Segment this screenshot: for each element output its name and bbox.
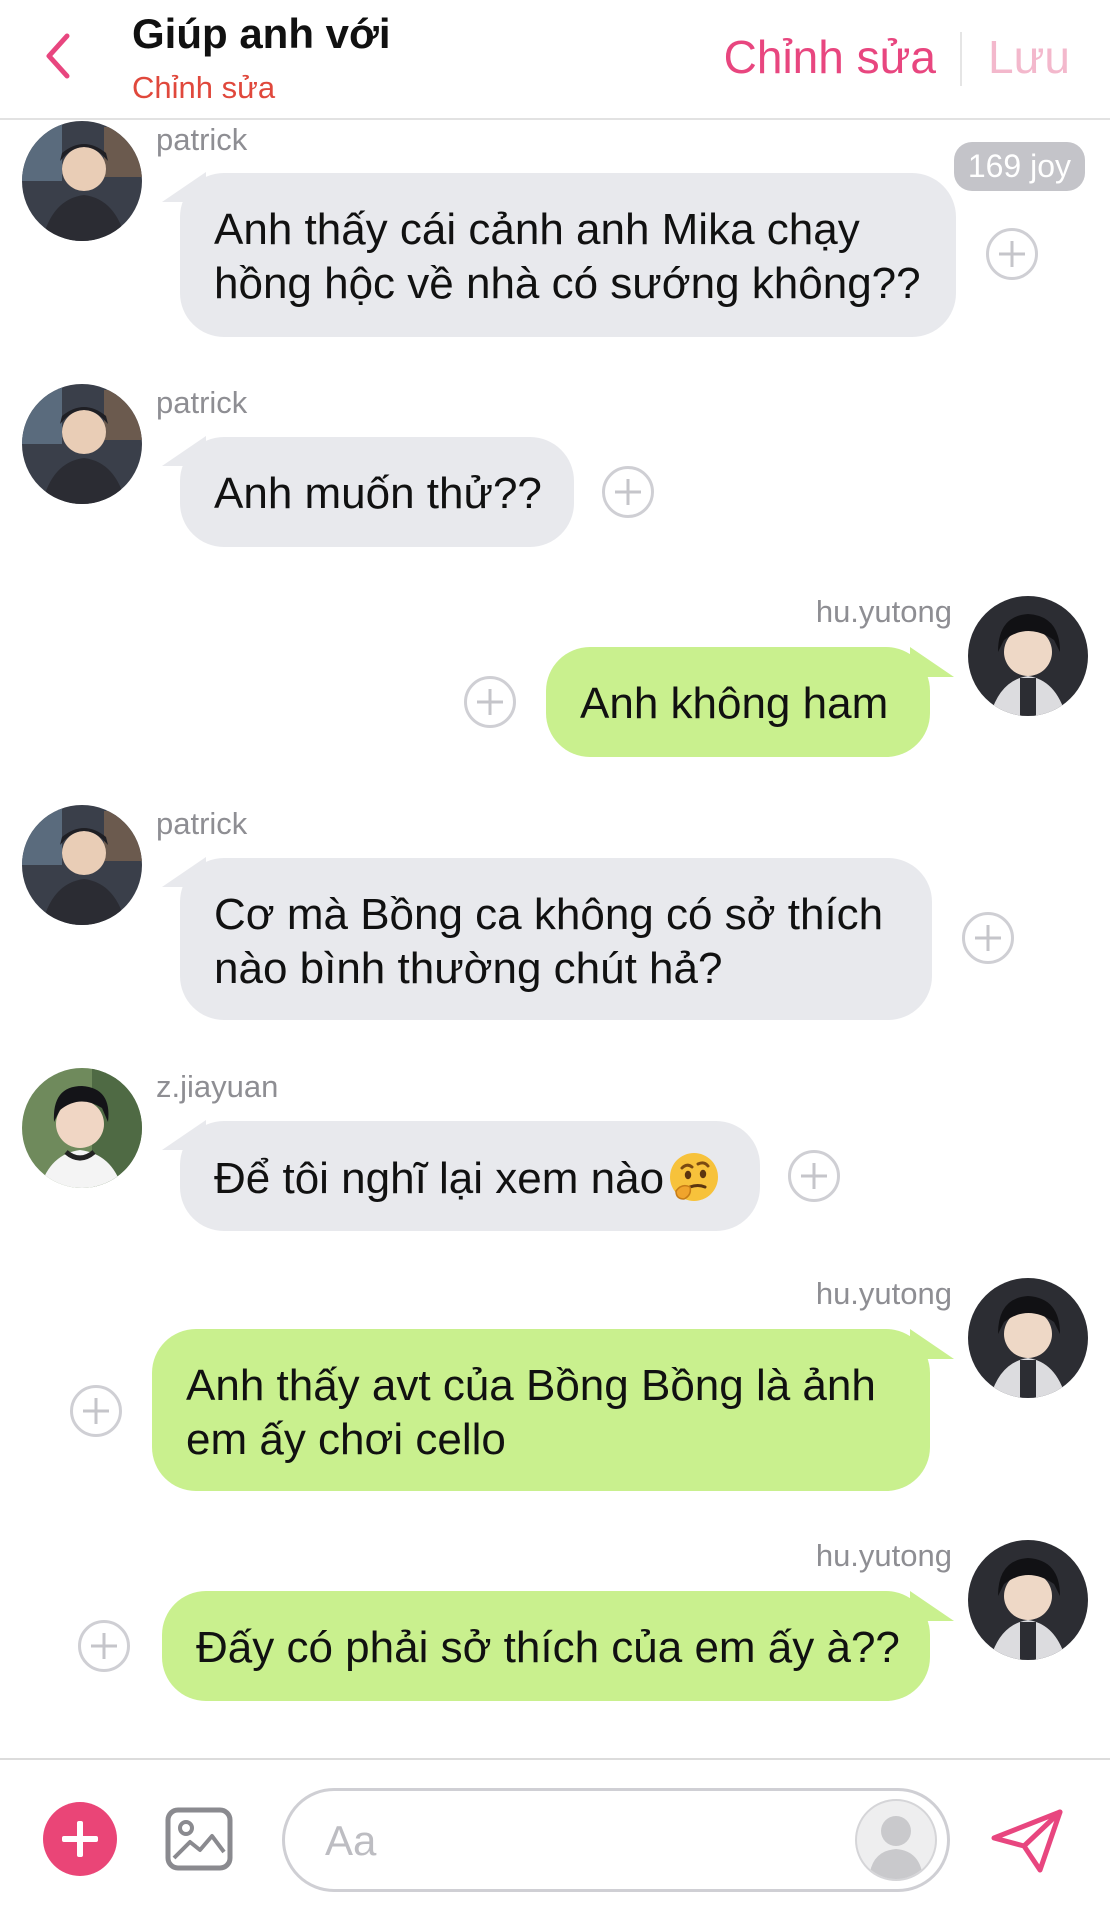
add-reaction-button[interactable] bbox=[70, 1385, 122, 1437]
message-input[interactable]: Aa bbox=[282, 1788, 950, 1892]
add-reaction-button[interactable] bbox=[986, 228, 1038, 280]
avatar[interactable] bbox=[22, 384, 142, 504]
message-text-line: Anh thấy avt của Bồng Bồng là ảnh bbox=[186, 1361, 876, 1410]
message-text-line: Anh thấy cái cảnh anh Mika chạy bbox=[214, 205, 860, 254]
add-reaction-button[interactable] bbox=[78, 1620, 130, 1672]
add-reaction-button[interactable] bbox=[788, 1150, 840, 1202]
avatar-photo-icon bbox=[22, 121, 142, 241]
avatar[interactable] bbox=[968, 1540, 1088, 1660]
message-bubble[interactable]: Đấy có phải sở thích của em ấy à?? bbox=[162, 1591, 930, 1701]
image-icon bbox=[165, 1807, 233, 1871]
avatar-photo-icon bbox=[22, 384, 142, 504]
user-silhouette-icon bbox=[869, 1816, 923, 1879]
message-bubble[interactable]: Anh thấy cái cảnh anh Mika chạy hồng hộc… bbox=[180, 173, 956, 337]
avatar-photo-icon bbox=[968, 1540, 1088, 1660]
chevron-left-icon bbox=[46, 33, 70, 79]
edit-button[interactable]: Chỉnh sửa bbox=[724, 30, 936, 84]
send-button[interactable] bbox=[990, 1808, 1066, 1874]
avatar-photo-icon bbox=[968, 596, 1088, 716]
bubble-tail bbox=[910, 647, 954, 677]
avatar-photo-icon bbox=[22, 805, 142, 925]
avatar[interactable] bbox=[22, 1068, 142, 1188]
add-attachment-button[interactable] bbox=[43, 1802, 117, 1876]
avatar-photo-icon bbox=[968, 1278, 1088, 1398]
chat-subtitle: Chỉnh sửa bbox=[132, 70, 276, 105]
message-text-line: em ấy chơi cello bbox=[186, 1415, 506, 1464]
message-text-line: Đấy có phải sở thích của em ấy à?? bbox=[196, 1623, 900, 1672]
message-bubble[interactable]: Anh không ham bbox=[546, 647, 930, 757]
message-bubble[interactable]: Cơ mà Bồng ca không có sở thích nào bình… bbox=[180, 858, 932, 1020]
message-composer: Aa bbox=[0, 1758, 1110, 1922]
message-text-line: Để tôi nghĩ lại xem nào bbox=[214, 1154, 665, 1203]
input-placeholder: Aa bbox=[325, 1817, 377, 1864]
message-bubble[interactable]: Anh muốn thử?? bbox=[180, 437, 574, 547]
message-text-line: Anh không ham bbox=[580, 679, 889, 728]
message-bubble[interactable]: Anh thấy avt của Bồng Bồng là ảnh em ấy … bbox=[152, 1329, 930, 1491]
avatar[interactable] bbox=[22, 121, 142, 241]
add-reaction-button[interactable] bbox=[962, 912, 1014, 964]
sender-name: hu.yutong bbox=[815, 594, 952, 629]
avatar[interactable] bbox=[22, 805, 142, 925]
bubble-tail bbox=[910, 1329, 954, 1359]
avatar[interactable] bbox=[968, 596, 1088, 716]
chat-header: Giúp anh với Chỉnh sửa Chỉnh sửa Lưu bbox=[0, 0, 1110, 120]
send-icon bbox=[991, 1809, 1063, 1873]
chat-title: Giúp anh với bbox=[132, 10, 391, 57]
sender-name: patrick bbox=[156, 385, 248, 420]
sender-name: patrick bbox=[156, 122, 248, 157]
message-text-line: Cơ mà Bồng ca không có sở thích bbox=[214, 890, 884, 939]
back-button[interactable] bbox=[36, 30, 80, 82]
sender-name: hu.yutong bbox=[815, 1538, 952, 1573]
message-text-line: hồng hộc về nhà có sướng không?? bbox=[214, 259, 921, 308]
message-bubble[interactable]: Để tôi nghĩ lại xem nào bbox=[180, 1121, 760, 1231]
sender-name: hu.yutong bbox=[815, 1276, 952, 1311]
message-text-line: nào bình thường chút hả? bbox=[214, 944, 723, 993]
avatar[interactable] bbox=[968, 1278, 1088, 1398]
add-reaction-button[interactable] bbox=[464, 676, 516, 728]
thinking-face-emoji-icon bbox=[670, 1153, 719, 1201]
sender-name: z.jiayuan bbox=[156, 1069, 279, 1104]
header-divider bbox=[960, 32, 962, 86]
sender-name: patrick bbox=[156, 806, 248, 841]
message-text-line: Anh muốn thử?? bbox=[214, 469, 542, 518]
add-reaction-button[interactable] bbox=[602, 466, 654, 518]
save-button[interactable]: Lưu bbox=[988, 30, 1070, 84]
bubble-tail bbox=[910, 1591, 954, 1621]
joy-badge: 169 joy bbox=[953, 142, 1085, 191]
character-avatar-button[interactable] bbox=[855, 1799, 937, 1881]
avatar-photo-icon bbox=[22, 1068, 142, 1188]
image-picker-button[interactable] bbox=[164, 1804, 234, 1874]
